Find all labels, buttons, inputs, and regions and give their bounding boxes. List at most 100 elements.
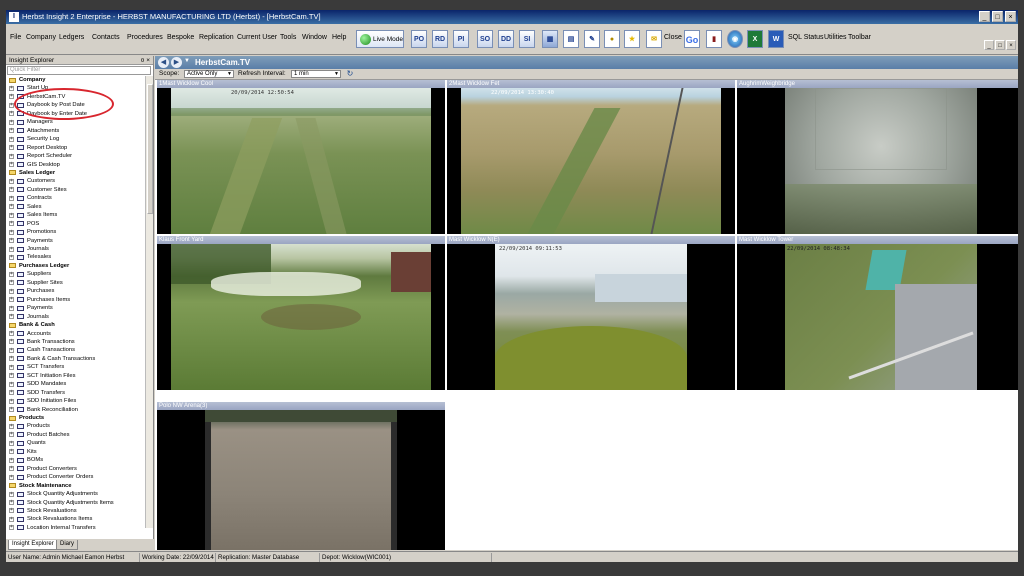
expand-icon[interactable]: + — [9, 347, 14, 353]
expand-icon[interactable]: + — [9, 449, 14, 455]
so-icon[interactable]: SO — [477, 30, 493, 48]
word-icon[interactable]: W — [768, 30, 784, 48]
tab-diary[interactable]: Diary — [56, 540, 79, 550]
expand-icon[interactable]: + — [9, 466, 14, 472]
expand-icon[interactable]: + — [9, 102, 14, 108]
minimize-button[interactable]: _ — [979, 11, 990, 22]
expand-icon[interactable]: + — [9, 525, 14, 531]
live-mode-button[interactable]: Live Mode — [356, 30, 404, 48]
mdi-restore-button[interactable]: □ — [995, 40, 1005, 50]
dd-icon[interactable]: DD — [498, 30, 514, 48]
expand-icon[interactable]: + — [9, 432, 14, 438]
po-icon[interactable]: PO — [411, 30, 427, 48]
expand-icon[interactable]: + — [9, 339, 14, 345]
expand-icon[interactable]: + — [9, 221, 14, 227]
expand-icon[interactable]: + — [9, 111, 14, 117]
expand-icon[interactable]: + — [9, 280, 14, 286]
expand-icon[interactable]: + — [9, 94, 14, 100]
close-tab-button[interactable]: Close — [664, 34, 682, 41]
scope-select[interactable]: Active Only ▼ — [184, 70, 234, 78]
expand-icon[interactable]: + — [9, 331, 14, 336]
camera-tile[interactable]: Klaus Front Yard — [157, 236, 445, 390]
star-icon[interactable]: ★ — [624, 30, 640, 48]
expand-icon[interactable]: + — [9, 474, 14, 480]
nav-dropdown-icon[interactable]: ▼ — [184, 58, 190, 64]
menu-help[interactable]: Help — [332, 34, 346, 41]
expand-icon[interactable]: + — [9, 356, 14, 362]
expand-icon[interactable]: + — [9, 85, 14, 91]
calculator-icon[interactable]: ▦ — [542, 30, 558, 48]
lightbulb-icon[interactable]: ● — [604, 30, 620, 48]
menu-ledgers[interactable]: Ledgers — [59, 34, 84, 41]
expand-icon[interactable]: + — [9, 373, 14, 379]
si-icon[interactable]: SI — [519, 30, 535, 48]
pi-icon[interactable]: PI — [453, 30, 469, 48]
expand-icon[interactable]: + — [9, 364, 14, 370]
forward-arrow-icon[interactable]: ▶ — [171, 57, 182, 68]
refresh-interval-select[interactable]: 1 min ▼ — [291, 70, 341, 78]
menu-contacts[interactable]: Contacts — [92, 34, 120, 41]
expand-icon[interactable]: + — [9, 297, 14, 303]
expand-icon[interactable]: + — [9, 229, 14, 235]
excel-icon[interactable]: X — [747, 30, 763, 48]
mdi-minimize-button[interactable]: _ — [984, 40, 994, 50]
camera-tile[interactable]: 1Mast Wicklow Cool 20/09/2014 12:50:54 — [157, 80, 445, 234]
expand-icon[interactable]: + — [9, 128, 14, 134]
expand-icon[interactable]: + — [9, 162, 14, 167]
expand-icon[interactable]: + — [9, 398, 14, 404]
expand-icon[interactable]: + — [9, 187, 14, 193]
expand-icon[interactable]: + — [9, 119, 14, 125]
expand-icon[interactable]: + — [9, 178, 14, 184]
mdi-close-button[interactable]: × — [1006, 40, 1016, 50]
utilities-button[interactable]: Utilities — [824, 34, 847, 41]
expand-icon[interactable]: + — [9, 153, 14, 159]
menu-replication[interactable]: Replication — [199, 34, 234, 41]
expand-icon[interactable]: + — [9, 457, 14, 463]
expand-icon[interactable]: + — [9, 145, 14, 151]
expand-icon[interactable]: + — [9, 288, 14, 294]
camera-tile[interactable]: Mast Wicklow N(E) 22/09/2014 09:11:53 — [447, 236, 735, 390]
camera-tile[interactable]: 2Mast Wicklow Fet 22/09/2014 13:30:40 — [447, 80, 735, 234]
menu-bespoke[interactable]: Bespoke — [167, 34, 194, 41]
explorer-scrollbar[interactable] — [145, 76, 153, 528]
expand-icon[interactable]: + — [9, 508, 14, 514]
expand-icon[interactable]: + — [9, 500, 14, 505]
expand-icon[interactable]: + — [9, 238, 14, 244]
expand-icon[interactable]: + — [9, 195, 14, 201]
sql-status-button[interactable]: SQL Status — [788, 34, 824, 41]
camera-tile[interactable]: Polo NW Arena(3) — [157, 402, 445, 550]
expand-icon[interactable]: + — [9, 136, 14, 142]
refresh-icon[interactable]: ↻ — [345, 69, 355, 79]
close-window-button[interactable]: × — [1005, 11, 1016, 22]
expand-icon[interactable]: + — [9, 271, 14, 277]
menu-file[interactable]: File — [10, 34, 21, 41]
menu-tools[interactable]: Tools — [280, 34, 296, 41]
camera-tile[interactable]: AughrimWeighbridge — [737, 80, 1018, 234]
expand-icon[interactable]: + — [9, 407, 14, 413]
camera-tile[interactable]: Mast Wicklow Tower 22/09/2014 08:48:34 — [737, 236, 1018, 390]
expand-icon[interactable]: + — [9, 254, 14, 260]
expand-icon[interactable]: + — [9, 305, 14, 311]
expand-icon[interactable]: + — [9, 314, 14, 320]
menu-company[interactable]: Company — [26, 34, 56, 41]
menu-current-user[interactable]: Current User — [237, 34, 277, 41]
expand-icon[interactable]: + — [9, 246, 14, 252]
google-go-icon[interactable]: Go — [684, 30, 700, 48]
expand-icon[interactable]: + — [9, 423, 14, 429]
quick-filter-input[interactable]: Quick Filter — [7, 66, 151, 75]
toolbar-button[interactable]: Toolbar — [848, 34, 871, 41]
menu-window[interactable]: Window — [302, 34, 327, 41]
scrollbar-thumb[interactable] — [147, 84, 153, 214]
expand-icon[interactable]: + — [9, 212, 14, 218]
calendar-icon[interactable]: ▤ — [563, 30, 579, 48]
maximize-button[interactable]: □ — [992, 11, 1003, 22]
expand-icon[interactable]: + — [9, 491, 14, 497]
bar-chart-icon[interactable]: ▮ — [706, 30, 722, 48]
expand-icon[interactable]: + — [9, 390, 14, 396]
expand-icon[interactable]: + — [9, 440, 14, 446]
tab-insight-explorer[interactable]: Insight Explorer — [8, 540, 58, 550]
notes-icon[interactable]: ✎ — [584, 30, 600, 48]
explorer-pin-close-controls[interactable]: ¤ × — [141, 56, 150, 65]
envelope-icon[interactable]: ✉ — [646, 30, 662, 48]
menu-procedures[interactable]: Procedures — [127, 34, 163, 41]
